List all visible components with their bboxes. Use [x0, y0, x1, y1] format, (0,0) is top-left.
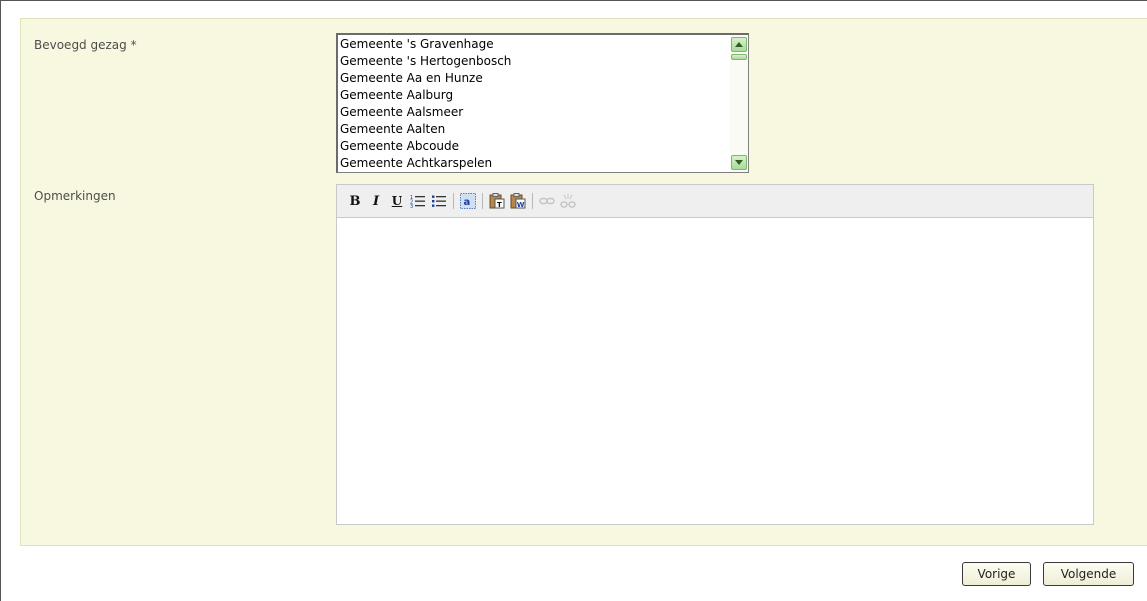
underline-icon[interactable]: U — [387, 191, 407, 211]
remarks-label: Opmerkingen — [34, 189, 116, 203]
paste-text-icon[interactable]: T — [487, 191, 507, 211]
chevron-up-icon — [735, 42, 743, 47]
authority-option[interactable]: Gemeente Aalten — [340, 121, 748, 138]
authority-option[interactable]: Gemeente Aalsmeer — [340, 104, 748, 121]
toolbar-separator — [532, 193, 533, 209]
toolbar-separator — [482, 193, 483, 209]
link-icon[interactable] — [537, 191, 557, 211]
svg-text:a: a — [464, 197, 471, 208]
authority-options: Gemeente 's Gravenhage Gemeente 's Hertog… — [338, 35, 748, 172]
form-panel: Bevoegd gezag * Gemeente 's Gravenhage Ge… — [20, 18, 1147, 546]
authority-option[interactable]: Gemeente Abcoude — [340, 138, 748, 155]
unordered-list-icon[interactable] — [429, 191, 449, 211]
scroll-up-button[interactable] — [731, 37, 747, 52]
remarks-textarea[interactable] — [337, 219, 1093, 524]
previous-button[interactable]: Vorige — [962, 562, 1031, 586]
select-all-icon[interactable]: a — [458, 191, 478, 211]
listbox-scrollbar[interactable] — [730, 35, 748, 172]
next-button[interactable]: Volgende — [1043, 562, 1134, 586]
italic-icon[interactable]: I — [366, 191, 386, 211]
authority-option[interactable]: Gemeente Achtkarspelen — [340, 155, 748, 172]
chevron-down-icon — [735, 160, 743, 165]
svg-text:3: 3 — [410, 204, 413, 208]
remarks-editor: B I U 1 2 3 a T W — [336, 184, 1094, 525]
authority-option[interactable]: Gemeente 's Hertogenbosch — [340, 53, 748, 70]
bold-icon[interactable]: B — [345, 191, 365, 211]
authority-listbox[interactable]: Gemeente 's Gravenhage Gemeente 's Hertog… — [336, 33, 749, 173]
authority-option[interactable]: Gemeente Aa en Hunze — [340, 70, 748, 87]
authority-option[interactable]: Gemeente Aalburg — [340, 87, 748, 104]
paste-word-icon[interactable]: W — [508, 191, 528, 211]
authority-label: Bevoegd gezag * — [34, 38, 137, 52]
authority-option[interactable]: Gemeente 's Gravenhage — [340, 36, 748, 53]
toolbar-separator — [453, 193, 454, 209]
editor-toolbar: B I U 1 2 3 a T W — [337, 185, 1093, 218]
svg-text:T: T — [497, 201, 502, 209]
unlink-icon[interactable] — [558, 191, 578, 211]
ordered-list-icon[interactable]: 1 2 3 — [408, 191, 428, 211]
scroll-thumb[interactable] — [731, 54, 747, 60]
scroll-down-button[interactable] — [731, 155, 747, 170]
svg-text:W: W — [517, 201, 525, 209]
